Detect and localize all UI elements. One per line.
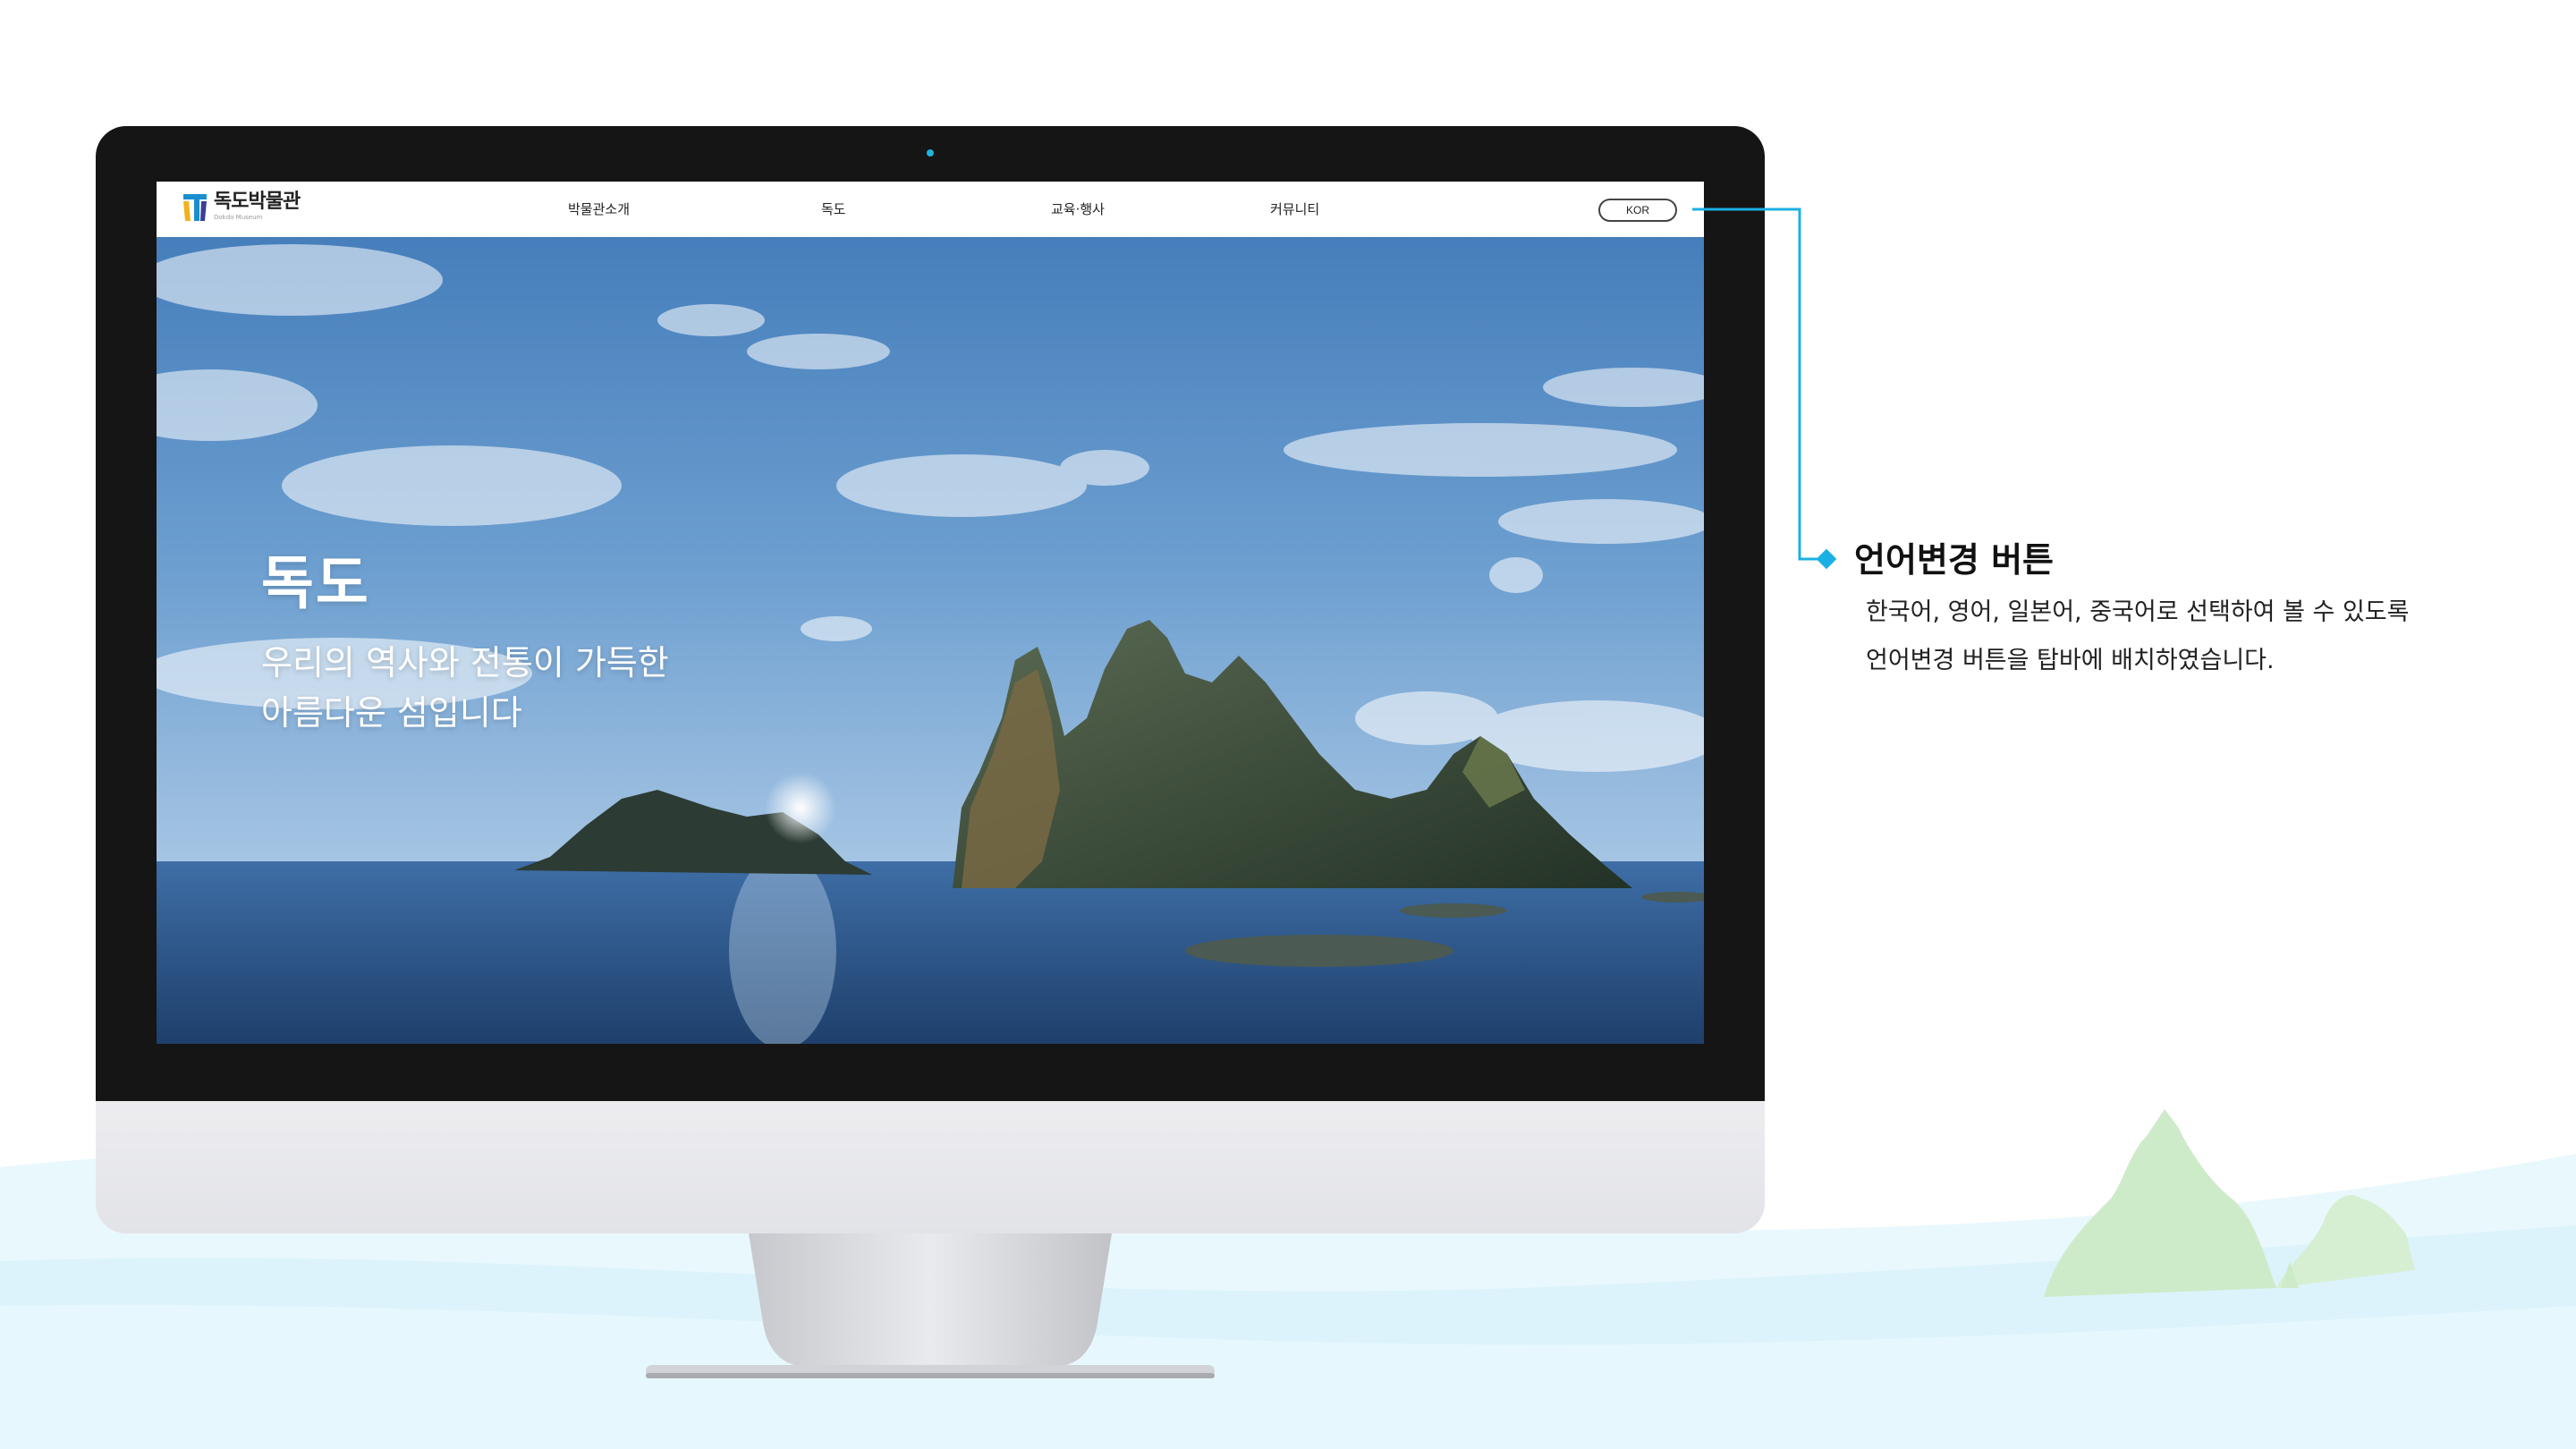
annotation-title: 언어변경 버튼 xyxy=(1854,540,2054,580)
camera-dot xyxy=(927,149,934,157)
annotation-desc-line-1: 한국어, 영어, 일본어, 중국어로 선택하여 볼 수 있도록 xyxy=(1866,598,2410,626)
hero-desc-line-2: 아름다운 섬입니다 xyxy=(261,693,522,733)
monitor: 독도박물관 Dokdo Museum 박물관소개 독도 교육·행사 커뮤니티 K… xyxy=(96,126,1765,1233)
annotation-description: 한국어, 영어, 일본어, 중국어로 선택하여 볼 수 있도록 언어변경 버튼을… xyxy=(1866,589,2474,685)
language-change-button[interactable]: KOR xyxy=(1598,199,1677,222)
nav-item-community[interactable]: 커뮤니티 xyxy=(1270,199,1319,219)
logo-subtitle: Dokdo Museum xyxy=(214,214,263,221)
nav-item-education-events[interactable]: 교육·행사 xyxy=(1051,199,1105,219)
website-screen: 독도박물관 Dokdo Museum 박물관소개 독도 교육·행사 커뮤니티 K… xyxy=(157,182,1704,1044)
monitor-stand-base xyxy=(646,1365,1215,1378)
hero-desc-line-1: 우리의 역사와 전통이 가득한 xyxy=(261,643,669,682)
annotation-desc-line-2: 언어변경 버튼을 탑바에 배치하였습니다. xyxy=(1866,647,2275,674)
dokdo-logo-icon xyxy=(183,194,207,221)
hero-text-block: 독도 우리의 역사와 전통이 가득한 아름다운 섬입니다 xyxy=(261,548,798,738)
logo-title: 독도박물관 xyxy=(214,191,301,213)
hero-description: 우리의 역사와 전통이 가득한 아름다운 섬입니다 xyxy=(261,638,798,738)
hero-title: 독도 xyxy=(261,551,370,617)
monitor-chin xyxy=(96,1101,1765,1233)
site-logo[interactable]: 독도박물관 Dokdo Museum xyxy=(182,191,301,228)
nav-item-museum-intro[interactable]: 박물관소개 xyxy=(568,199,630,219)
nav-item-dokdo[interactable]: 독도 xyxy=(821,199,846,219)
monitor-stand xyxy=(749,1233,1112,1366)
monitor-bezel: 독도박물관 Dokdo Museum 박물관소개 독도 교육·행사 커뮤니티 K… xyxy=(96,126,1765,1101)
top-navigation-bar: 독도박물관 Dokdo Museum 박물관소개 독도 교육·행사 커뮤니티 K… xyxy=(157,182,1704,237)
